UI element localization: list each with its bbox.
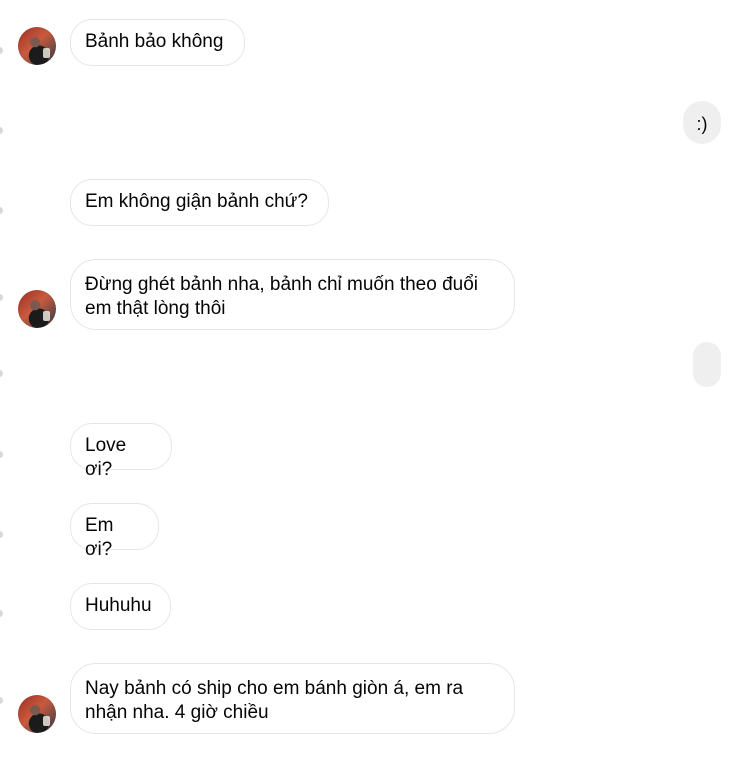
chat-thread: Bảnh bảo không :) Em không giận bảnh chứ…	[0, 0, 731, 780]
incoming-message: Love ơi?	[70, 423, 172, 480]
message-marker	[0, 370, 3, 377]
outgoing-message: :)	[683, 101, 721, 144]
message-marker	[0, 451, 3, 458]
contact-avatar[interactable]	[18, 27, 56, 65]
outgoing-message	[693, 342, 721, 387]
incoming-message: Huhuhu	[70, 583, 171, 630]
message-marker	[0, 127, 3, 134]
incoming-message: Đừng ghét bảnh nha, bảnh chỉ muốn theo đ…	[70, 259, 515, 330]
message-marker	[0, 610, 3, 617]
message-marker	[0, 697, 3, 704]
contact-avatar[interactable]	[18, 290, 56, 328]
message-marker	[0, 47, 3, 54]
incoming-message: Bảnh bảo không	[70, 19, 245, 66]
message-marker	[0, 207, 3, 214]
incoming-message: Nay bảnh có ship cho em bánh giòn á, em …	[70, 663, 515, 734]
message-marker	[0, 531, 3, 538]
incoming-message: Em không giận bảnh chứ?	[70, 179, 329, 226]
incoming-message: Em ơi?	[70, 503, 159, 560]
message-marker	[0, 294, 3, 301]
contact-avatar[interactable]	[18, 695, 56, 733]
